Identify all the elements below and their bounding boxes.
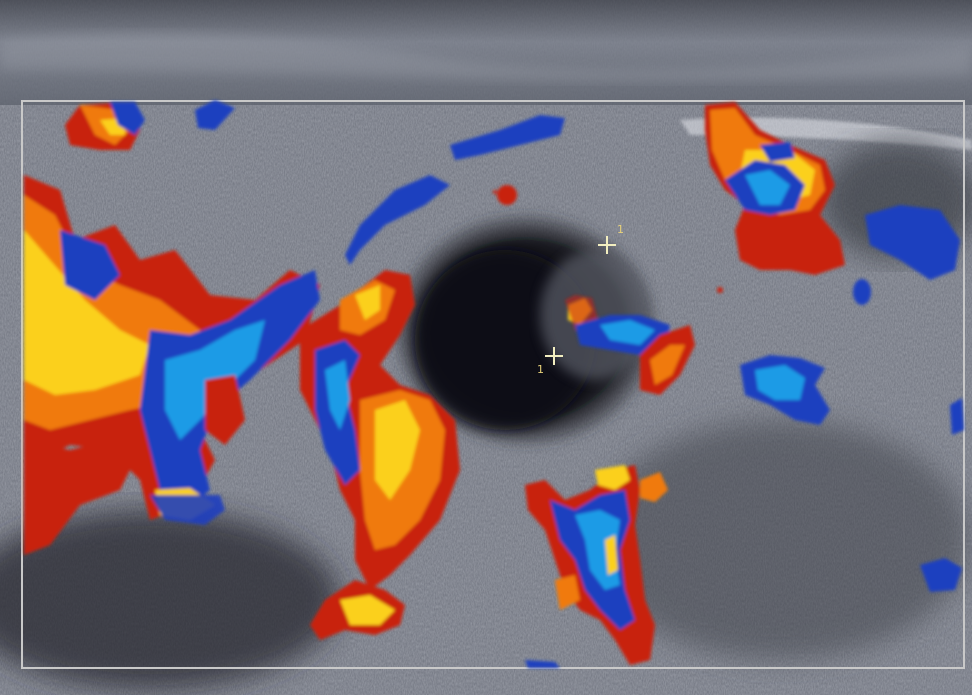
- caliper-upper-label: 1: [617, 223, 624, 236]
- caliper-lower-label: 1: [537, 363, 544, 376]
- ultrasound-image: 1 1: [0, 0, 972, 695]
